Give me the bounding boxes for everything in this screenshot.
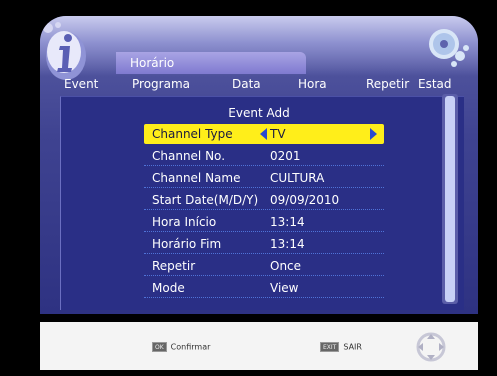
- confirm-key-hint[interactable]: OK Confirmar: [152, 342, 210, 352]
- field-label: Start Date(M/D/Y): [152, 193, 259, 207]
- field-label: Hora Início: [152, 215, 217, 229]
- field-label: Channel Type: [152, 127, 233, 141]
- exit-key-hint[interactable]: EXIT SAIR: [320, 342, 362, 352]
- field-start-time[interactable]: Hora Início 13:14: [144, 212, 384, 232]
- field-start-date[interactable]: Start Date(M/D/Y) 09/09/2010: [144, 190, 384, 210]
- column-header-data[interactable]: Data: [232, 77, 261, 91]
- field-label: Channel Name: [152, 171, 241, 185]
- field-value: 09/09/2010: [270, 193, 340, 207]
- key-hint-bar: OK Confirmar EXIT SAIR: [40, 322, 478, 370]
- exit-label: SAIR: [343, 342, 362, 352]
- schedule-window: Horário Event Programa Data Hora Repetir…: [40, 16, 478, 314]
- field-label: Horário Fim: [152, 237, 222, 251]
- scrollbar-thumb[interactable]: [445, 96, 455, 302]
- field-channel-name[interactable]: Channel Name CULTURA: [144, 168, 384, 188]
- info-icon: [43, 22, 86, 80]
- ok-key-icon: OK: [152, 342, 167, 352]
- field-value: Once: [270, 259, 302, 273]
- column-header-programa[interactable]: Programa: [132, 77, 190, 91]
- column-header-hora[interactable]: Hora: [298, 77, 327, 91]
- column-header-repetir[interactable]: Repetir: [366, 77, 409, 91]
- field-channel-type[interactable]: Channel Type TV: [144, 124, 384, 144]
- dialog-title: Event Add: [228, 106, 290, 120]
- arrow-left-icon[interactable]: [260, 128, 267, 140]
- field-value: 13:14: [270, 237, 305, 251]
- field-label: Repetir: [152, 259, 196, 273]
- field-channel-no[interactable]: Channel No. 0201: [144, 146, 384, 166]
- field-mode[interactable]: Mode View: [144, 278, 384, 298]
- field-value: View: [270, 281, 299, 295]
- field-label: Channel No.: [152, 149, 226, 163]
- exit-key-icon: EXIT: [320, 342, 340, 352]
- column-headers: Event Programa Data Hora Repetir Estad: [40, 74, 478, 96]
- confirm-label: Confirmar: [170, 342, 211, 352]
- field-value: CULTURA: [270, 171, 325, 185]
- navigation-pad-icon: [416, 332, 446, 362]
- field-label: Mode: [152, 281, 185, 295]
- window-title: Horário: [116, 52, 306, 74]
- field-value: 0201: [270, 149, 301, 163]
- field-value: 13:14: [270, 215, 305, 229]
- field-value: TV: [270, 127, 286, 141]
- field-repeat[interactable]: Repetir Once: [144, 256, 384, 276]
- column-header-event[interactable]: Event: [64, 77, 98, 91]
- disc-icon: [429, 29, 469, 67]
- arrow-right-icon[interactable]: [370, 128, 377, 140]
- column-header-estad[interactable]: Estad: [418, 77, 452, 91]
- field-end-time[interactable]: Horário Fim 13:14: [144, 234, 384, 254]
